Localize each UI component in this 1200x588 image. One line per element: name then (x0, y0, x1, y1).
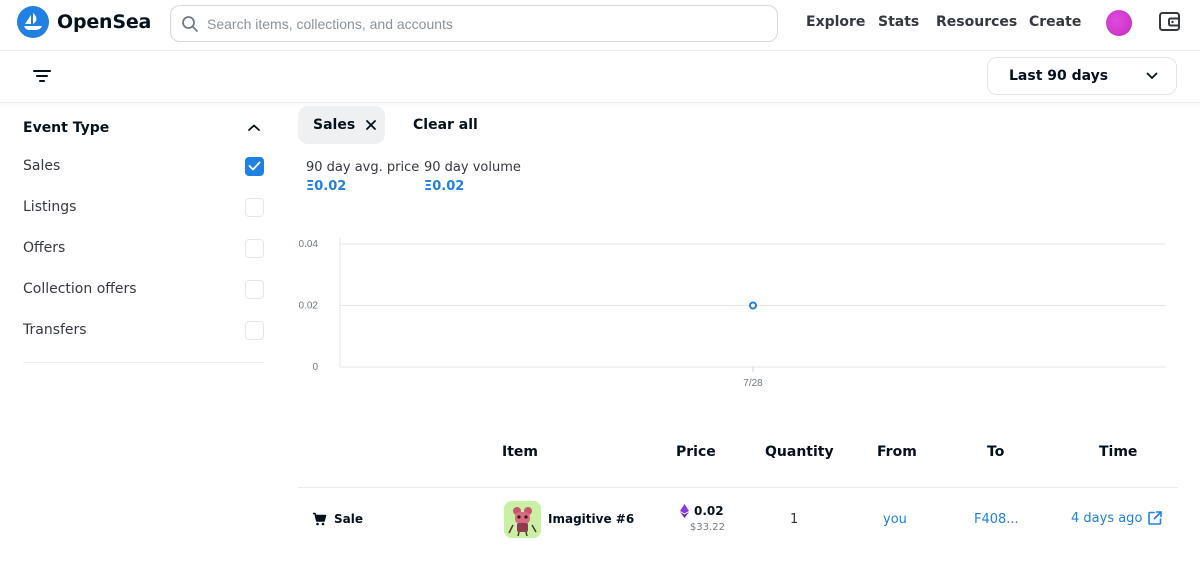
x-tick-label: 7/28 (743, 378, 763, 389)
column-header-to: To (987, 444, 1005, 460)
filter-lines-icon (33, 70, 51, 82)
price-eth-value: 0.02 (694, 504, 724, 518)
table-header-divider (298, 487, 1178, 488)
time-range-label: Last 90 days (1009, 68, 1109, 84)
column-header-time: Time (1099, 444, 1138, 460)
sidebar-divider (23, 362, 264, 363)
profile-avatar[interactable] (1106, 10, 1132, 36)
filter-option-offers[interactable]: Offers (23, 238, 264, 258)
collection-offers-checkbox[interactable] (245, 279, 264, 299)
item-thumbnail[interactable] (504, 501, 541, 538)
nav-resources[interactable]: Resources (936, 14, 1017, 30)
filter-option-label: Offers (23, 240, 66, 256)
event-type-header[interactable]: Event Type (23, 120, 264, 136)
avg-price-value: Ξ0.02 (306, 179, 347, 194)
checkmark-icon (248, 161, 261, 171)
transfers-checkbox[interactable] (245, 320, 264, 340)
chevron-up-icon (248, 124, 260, 131)
external-link-icon (1148, 511, 1163, 525)
volume-value: Ξ0.02 (424, 179, 465, 194)
shopping-cart-icon (313, 512, 327, 526)
price-usd-value: $33.22 (690, 522, 725, 533)
opensea-logo-icon (17, 6, 49, 38)
filter-option-collection-offers[interactable]: Collection offers (23, 279, 264, 299)
brand-name: OpenSea (57, 11, 152, 33)
filter-option-listings[interactable]: Listings (23, 197, 264, 217)
nav-explore[interactable]: Explore (806, 14, 865, 30)
avg-price-stat: 90 day avg. price Ξ0.02 (306, 160, 419, 194)
filter-option-sales[interactable]: Sales (23, 156, 264, 176)
clear-all-button[interactable]: Clear all (413, 117, 478, 133)
search-bar[interactable] (170, 5, 778, 42)
from-account-link[interactable]: you (883, 512, 907, 527)
listings-checkbox[interactable] (245, 197, 264, 217)
data-point (749, 301, 757, 310)
item-name-link[interactable]: Imagitive #6 (548, 512, 634, 526)
column-header-from: From (877, 444, 917, 460)
to-account-link[interactable]: F408... (974, 512, 1019, 527)
volume-stat: 90 day volume Ξ0.02 (424, 160, 521, 194)
filter-option-label: Sales (23, 158, 61, 174)
price-history-chart: 0.04 0.02 0 7/28 (299, 238, 1166, 389)
time-range-select[interactable]: Last 90 days (987, 57, 1177, 95)
volume-label: 90 day volume (424, 160, 521, 175)
event-type-label: Sale (334, 512, 363, 526)
filter-option-label: Transfers (23, 322, 87, 338)
search-icon (182, 15, 198, 32)
sales-checkbox[interactable] (245, 156, 264, 176)
event-type-title: Event Type (23, 120, 110, 136)
column-header-item: Item (502, 444, 538, 460)
y-tick-label: 0 (312, 362, 318, 373)
close-icon[interactable] (365, 119, 377, 131)
filter-option-transfers[interactable]: Transfers (23, 320, 264, 340)
nav-stats[interactable]: Stats (878, 14, 919, 30)
search-input[interactable] (207, 15, 747, 32)
price-cell: 0.02 (680, 504, 724, 518)
column-header-quantity: Quantity (765, 444, 834, 460)
avg-price-label: 90 day avg. price (306, 160, 420, 175)
filter-option-label: Collection offers (23, 281, 137, 297)
nav-create[interactable]: Create (1029, 14, 1081, 30)
column-header-price: Price (676, 444, 716, 460)
nft-character-image (504, 501, 541, 538)
time-link[interactable]: 4 days ago (1071, 510, 1163, 526)
quantity-value: 1 (790, 512, 799, 527)
activity-toolbar: Last 90 days (0, 51, 1200, 103)
event-type-cell: Sale (312, 512, 363, 526)
y-tick-label: 0.04 (299, 239, 319, 250)
y-tick-label: 0.02 (299, 301, 319, 312)
filter-toggle-button[interactable] (33, 68, 51, 88)
opensea-logo[interactable]: OpenSea (17, 6, 151, 38)
active-filter-label: Sales (313, 117, 356, 133)
ethereum-icon (680, 504, 689, 518)
active-filter-chip-sales[interactable]: Sales (298, 106, 385, 144)
time-value: 4 days ago (1071, 510, 1143, 526)
filter-option-label: Listings (23, 199, 77, 215)
offers-checkbox[interactable] (245, 238, 264, 258)
wallet-icon[interactable] (1158, 10, 1181, 37)
top-navigation-bar: OpenSea Explore Stats Resources Create (0, 0, 1200, 51)
chevron-down-icon (1146, 72, 1158, 79)
